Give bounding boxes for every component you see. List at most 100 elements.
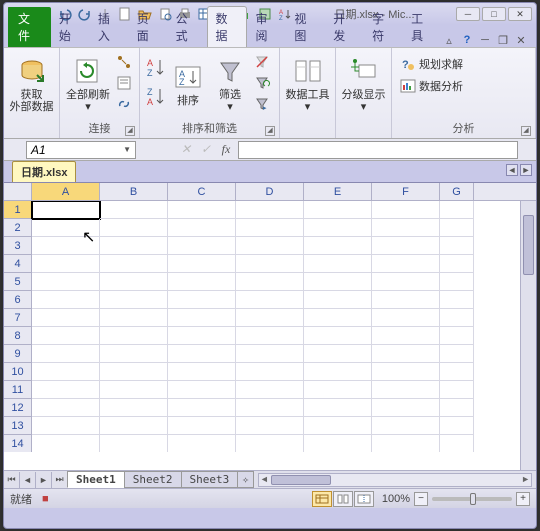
hscroll-left-icon[interactable]: ◄ — [260, 474, 269, 484]
cell[interactable] — [372, 345, 440, 363]
cell[interactable] — [304, 327, 372, 345]
cell[interactable] — [440, 435, 474, 452]
zoom-out-button[interactable]: − — [414, 492, 428, 506]
tab-dev[interactable]: 开发 — [325, 7, 364, 47]
minimize-button[interactable]: ─ — [456, 7, 480, 21]
tab-review[interactable]: 审阅 — [247, 7, 286, 47]
cell[interactable] — [100, 255, 168, 273]
tab-file[interactable]: 文件 — [8, 7, 51, 47]
cell[interactable] — [304, 363, 372, 381]
cell[interactable] — [440, 327, 474, 345]
cell[interactable] — [100, 399, 168, 417]
vscroll-thumb[interactable] — [523, 215, 534, 275]
cell[interactable] — [32, 327, 100, 345]
cell[interactable] — [168, 417, 236, 435]
data-analysis-button[interactable]: 数据分析 — [396, 76, 467, 96]
ribbon-minimize-icon[interactable]: ▵ — [442, 33, 456, 47]
zoom-value[interactable]: 100% — [382, 493, 410, 505]
cell[interactable] — [304, 417, 372, 435]
row-header[interactable]: 7 — [4, 309, 32, 327]
reapply-filter-icon[interactable] — [252, 73, 272, 93]
get-external-data-button[interactable]: 获取 外部数据 — [8, 50, 55, 116]
cell[interactable] — [168, 291, 236, 309]
cell[interactable] — [440, 363, 474, 381]
tab-char[interactable]: 字符 — [364, 7, 403, 47]
sheet-tab-2[interactable]: Sheet2 — [124, 471, 182, 488]
enter-formula-icon[interactable]: ✓ — [196, 141, 216, 159]
tab-data[interactable]: 数据 — [207, 6, 248, 47]
cell[interactable] — [304, 435, 372, 452]
cell[interactable] — [372, 309, 440, 327]
solver-button[interactable]: ? 规划求解 — [396, 54, 467, 74]
tab-view[interactable]: 视图 — [286, 7, 325, 47]
cell[interactable] — [236, 237, 304, 255]
col-header-F[interactable]: F — [372, 183, 440, 200]
close-button[interactable]: ✕ — [508, 7, 532, 21]
row-header[interactable]: 10 — [4, 363, 32, 381]
cell[interactable] — [236, 435, 304, 452]
tab-page[interactable]: 页面 — [129, 7, 168, 47]
edit-links-icon[interactable] — [114, 94, 134, 114]
row-header[interactable]: 9 — [4, 345, 32, 363]
cell[interactable] — [32, 435, 100, 452]
cancel-formula-icon[interactable]: ✕ — [176, 141, 196, 159]
wb-nav-right-icon[interactable]: ► — [520, 164, 532, 176]
refresh-all-button[interactable]: 全部刷新▾ — [64, 50, 112, 116]
cell[interactable] — [440, 291, 474, 309]
col-header-A[interactable]: A — [32, 183, 100, 200]
cell[interactable] — [304, 201, 372, 219]
sort-desc-button[interactable]: ZA — [144, 83, 166, 111]
connections-dialog-icon[interactable]: ◢ — [125, 126, 135, 136]
cell[interactable] — [372, 327, 440, 345]
cell[interactable] — [236, 381, 304, 399]
row-header[interactable]: 2 — [4, 219, 32, 237]
cell[interactable] — [372, 381, 440, 399]
cell[interactable] — [168, 399, 236, 417]
cell[interactable] — [32, 345, 100, 363]
name-box[interactable]: A1 ▼ — [26, 141, 136, 159]
cell[interactable] — [440, 201, 474, 219]
cell[interactable] — [100, 345, 168, 363]
analysis-dialog-icon[interactable]: ◢ — [521, 126, 531, 136]
cell[interactable] — [100, 417, 168, 435]
sheet-nav-prev-icon[interactable]: ◄ — [20, 472, 36, 488]
page-break-view-button[interactable] — [354, 491, 374, 507]
cell[interactable] — [372, 219, 440, 237]
cell[interactable] — [372, 435, 440, 452]
cell[interactable] — [168, 363, 236, 381]
tab-insert[interactable]: 插入 — [90, 7, 129, 47]
row-header[interactable]: 11 — [4, 381, 32, 399]
cell[interactable] — [168, 237, 236, 255]
cell[interactable] — [100, 435, 168, 452]
cell[interactable] — [168, 327, 236, 345]
cell[interactable] — [100, 363, 168, 381]
cell[interactable] — [372, 291, 440, 309]
cell[interactable] — [236, 291, 304, 309]
new-sheet-button[interactable]: ✧ — [237, 471, 254, 488]
cell[interactable] — [32, 381, 100, 399]
cell[interactable] — [32, 291, 100, 309]
cell[interactable] — [32, 255, 100, 273]
cell[interactable] — [236, 345, 304, 363]
cell[interactable] — [440, 381, 474, 399]
cell[interactable] — [100, 309, 168, 327]
cell[interactable] — [168, 309, 236, 327]
sheet-nav-last-icon[interactable]: ⏭ — [52, 472, 68, 488]
cell[interactable] — [440, 273, 474, 291]
select-all-corner[interactable] — [4, 183, 32, 200]
col-header-D[interactable]: D — [236, 183, 304, 200]
cell[interactable] — [168, 273, 236, 291]
row-header[interactable]: 8 — [4, 327, 32, 345]
cell[interactable] — [304, 381, 372, 399]
wb-nav-left-icon[interactable]: ◄ — [506, 164, 518, 176]
cell[interactable] — [168, 255, 236, 273]
cell[interactable] — [236, 399, 304, 417]
cell[interactable] — [100, 237, 168, 255]
filter-button[interactable]: 筛选▾ — [210, 50, 250, 116]
row-header[interactable]: 1 — [4, 201, 32, 219]
help-icon[interactable]: ? — [460, 33, 474, 47]
cell[interactable] — [304, 309, 372, 327]
cell[interactable] — [304, 345, 372, 363]
data-tools-button[interactable]: 数据工具▾ — [284, 50, 331, 116]
cell[interactable] — [372, 237, 440, 255]
